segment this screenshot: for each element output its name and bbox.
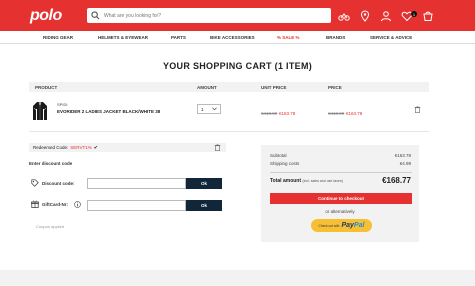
nav-helmets-eyewear[interactable]: HELMETS & EYEWEAR <box>98 35 148 40</box>
search-icon <box>91 11 100 20</box>
user-icon[interactable] <box>380 9 392 22</box>
nav-service-advice[interactable]: SERVICE & ADVICE <box>370 35 412 40</box>
quantity-select[interactable]: 1 <box>197 104 221 114</box>
subtotal-value: €163.78 <box>394 153 411 158</box>
cart-table-header: PRODUCT AMOUNT UNIT PRICE PRICE <box>29 82 429 92</box>
price-new: €163.78 <box>346 111 363 116</box>
nav-parts[interactable]: PARTS <box>171 35 186 40</box>
total-label: Total amount <box>270 178 302 184</box>
nav-bike-accessories[interactable]: BIKE ACCESSORIES <box>210 35 255 40</box>
or-alternatively-text: or alternatively <box>325 209 355 214</box>
page-title: YOUR SHOPPING CART (1 ITEM) <box>162 61 313 71</box>
logo[interactable]: polo <box>30 7 62 25</box>
giftcard-label: GiftCard-Nr: <box>42 202 68 207</box>
quantity-value: 1 <box>201 106 204 112</box>
product-name[interactable]: EVORIDER 2 LADIES JACKET BLACK/WHITE 38 <box>57 109 160 114</box>
chevron-down-icon <box>212 107 217 111</box>
discount-ok-button[interactable]: Ok <box>186 178 222 189</box>
giftcard-input[interactable] <box>87 200 186 211</box>
unit-price-new: €163.78 <box>279 111 296 116</box>
redeemed-code-box: Redeemed Code: SERVT1% ✔ <box>29 143 226 152</box>
divider <box>29 131 429 132</box>
paypal-checkout-button[interactable]: Check out with Pay Pal <box>311 219 372 232</box>
gift-icon <box>31 200 39 208</box>
remove-item-trash-icon[interactable] <box>414 106 421 113</box>
subtotal-label: Subtotal <box>270 153 287 158</box>
summary-divider <box>270 172 412 173</box>
main-nav: RIDING GEAR HELMETS & EYEWEAR PARTS BIKE… <box>0 31 475 44</box>
discount-code-label: Discount code: <box>42 181 75 186</box>
column-amount: AMOUNT <box>197 85 217 90</box>
total-value: €168.77 <box>382 176 411 185</box>
footer-band <box>0 270 475 286</box>
product-image[interactable] <box>32 101 48 121</box>
check-icon: ✔ <box>93 144 98 151</box>
checkout-button[interactable]: Continue to checkout <box>270 193 412 204</box>
unit-price-old: €418.99 <box>261 111 278 116</box>
product-brand: SPIDI <box>57 102 68 107</box>
total-note: (incl. sales and use taxes) <box>302 179 343 183</box>
paypal-logo-pay: Pay <box>341 222 354 229</box>
column-product: PRODUCT <box>35 85 58 90</box>
nav-sale[interactable]: % SALE % <box>277 35 300 40</box>
shipping-label: Shipping costs <box>270 161 300 166</box>
cart-count-badge: 1 <box>411 11 417 17</box>
discount-code-input[interactable] <box>87 178 186 189</box>
top-bar: polo 1 <box>0 0 475 31</box>
paypal-logo-pal: Pal <box>353 222 365 229</box>
coupon-applied-label: Coupon applied <box>36 224 65 229</box>
search-input[interactable] <box>104 12 304 19</box>
nav-brands[interactable]: BRANDS <box>326 35 345 40</box>
shipping-value: €4.99 <box>399 161 411 166</box>
location-icon[interactable] <box>359 9 371 22</box>
motorcycle-icon[interactable] <box>338 9 350 21</box>
price-old: €418.99 <box>328 111 345 116</box>
info-icon[interactable] <box>74 201 81 208</box>
order-summary: Subtotal €163.78 Shipping costs €4.99 To… <box>261 145 419 242</box>
total-label-group: Total amount (incl. sales and use taxes) <box>270 178 343 184</box>
column-price: PRICE <box>328 85 342 90</box>
redeemed-code-label: Redeemed Code: <box>33 145 69 150</box>
paypal-prefix: Check out with <box>318 223 340 228</box>
enter-discount-label: Enter discount code <box>29 161 73 166</box>
giftcard-ok-button[interactable]: Ok <box>186 200 222 211</box>
cart-icon[interactable] <box>422 9 434 21</box>
remove-code-trash-icon[interactable] <box>214 144 221 151</box>
column-unit-price: UNIT PRICE <box>261 85 287 90</box>
nav-riding-gear[interactable]: RIDING GEAR <box>43 35 73 40</box>
search-bar[interactable] <box>87 8 331 23</box>
discount-tag-icon <box>31 179 39 187</box>
redeemed-code-value: SERVT1% <box>70 145 92 150</box>
